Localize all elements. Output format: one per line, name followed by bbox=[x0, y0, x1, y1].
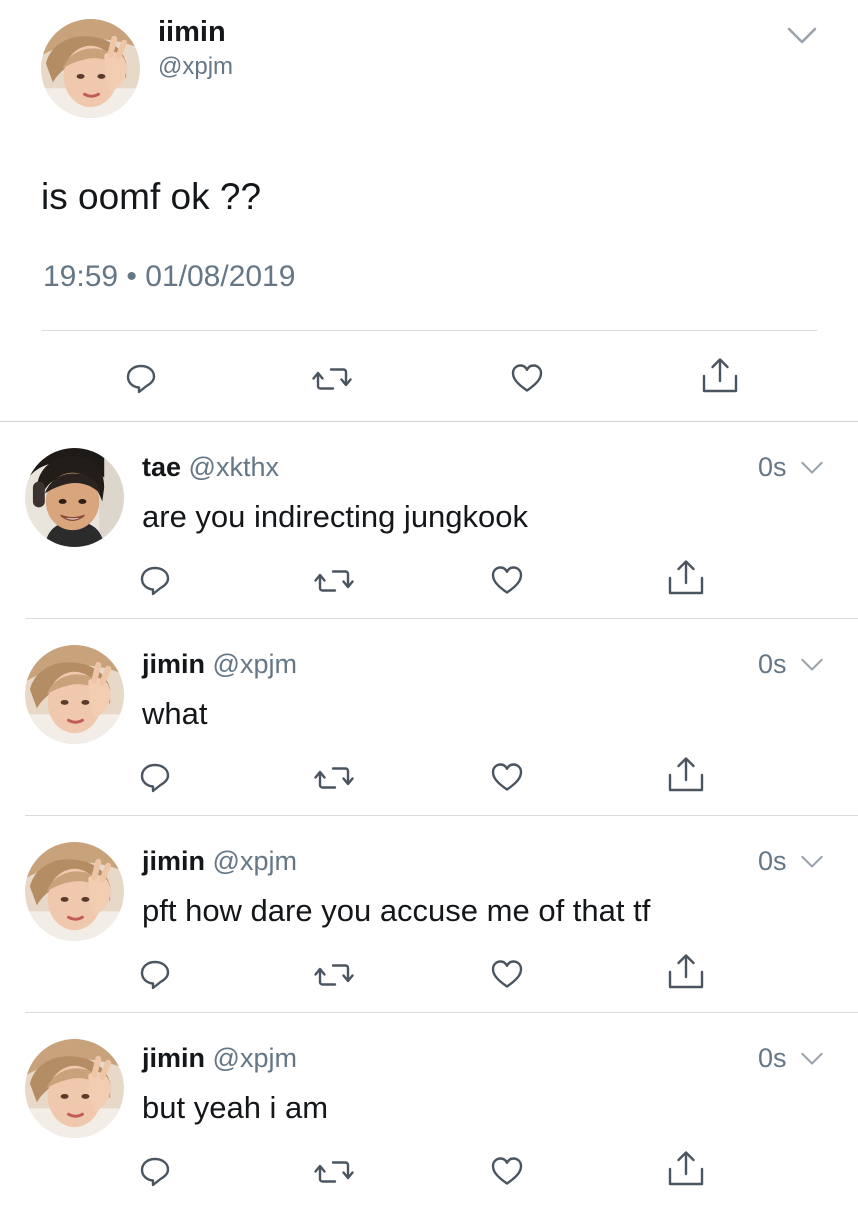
display-name[interactable]: iimin bbox=[158, 16, 226, 49]
divider bbox=[25, 1012, 858, 1013]
reply-header: jimin @xpjm bbox=[142, 1043, 297, 1074]
retweet-icon[interactable] bbox=[314, 1157, 354, 1187]
chevron-down-icon[interactable] bbox=[800, 854, 824, 870]
display-name[interactable]: jimin bbox=[142, 649, 205, 679]
user-handle[interactable]: @xpjm bbox=[213, 846, 297, 876]
avatar[interactable] bbox=[25, 842, 124, 941]
display-name[interactable]: tae bbox=[142, 452, 181, 482]
share-icon[interactable] bbox=[666, 755, 706, 793]
user-handle[interactable]: @xpjm bbox=[213, 1043, 297, 1073]
reply-header: jimin @xpjm bbox=[142, 649, 297, 680]
reply-icon[interactable] bbox=[124, 361, 158, 395]
tweet-text: is oomf ok ?? bbox=[41, 176, 262, 217]
reply-icon[interactable] bbox=[138, 760, 172, 794]
tweet-date: 01/08/2019 bbox=[145, 260, 296, 293]
chevron-down-icon[interactable] bbox=[800, 460, 824, 476]
display-name[interactable]: jimin bbox=[142, 1043, 205, 1073]
reply-time: 0s bbox=[758, 1043, 787, 1073]
avatar[interactable] bbox=[25, 1039, 124, 1138]
user-handle[interactable]: @xpjm bbox=[158, 53, 233, 81]
user-handle[interactable]: @xpjm bbox=[213, 649, 297, 679]
reply-text: pft how dare you accuse me of that tf bbox=[142, 893, 651, 928]
tweet-time: 19:59 bbox=[43, 260, 119, 293]
like-icon[interactable] bbox=[490, 564, 524, 596]
reply-icon[interactable] bbox=[138, 1154, 172, 1188]
retweet-icon[interactable] bbox=[314, 763, 354, 793]
reply-tweet[interactable]: jimin @xpjm 0s pft how dare you accuse m… bbox=[0, 817, 858, 1013]
divider bbox=[41, 330, 817, 331]
reply-icon[interactable] bbox=[138, 957, 172, 991]
retweet-icon[interactable] bbox=[314, 960, 354, 990]
reply-icon[interactable] bbox=[138, 563, 172, 597]
reply-text: but yeah i am bbox=[142, 1090, 329, 1125]
reply-tweet[interactable]: jimin @xpjm 0s what bbox=[0, 620, 858, 816]
like-icon[interactable] bbox=[490, 958, 524, 990]
like-icon[interactable] bbox=[490, 761, 524, 793]
reply-text: what bbox=[142, 696, 208, 731]
avatar[interactable] bbox=[41, 19, 140, 118]
share-icon[interactable] bbox=[666, 1149, 706, 1187]
user-handle[interactable]: @xkthx bbox=[189, 452, 279, 482]
reply-header: jimin @xpjm bbox=[142, 846, 297, 877]
like-icon[interactable] bbox=[510, 362, 544, 394]
reply-text: are you indirecting jungkook bbox=[142, 499, 529, 534]
divider bbox=[25, 618, 858, 619]
divider bbox=[25, 815, 858, 816]
retweet-icon[interactable] bbox=[314, 566, 354, 596]
chevron-down-icon[interactable] bbox=[800, 657, 824, 673]
chevron-down-icon[interactable] bbox=[800, 1051, 824, 1067]
reply-time: 0s bbox=[758, 649, 787, 679]
reply-time: 0s bbox=[758, 452, 787, 482]
reply-time: 0s bbox=[758, 846, 787, 876]
avatar[interactable] bbox=[25, 645, 124, 744]
like-icon[interactable] bbox=[490, 1155, 524, 1187]
share-icon[interactable] bbox=[666, 558, 706, 596]
chevron-down-icon[interactable] bbox=[786, 26, 818, 46]
tweet-timestamp: 19:59 • 01/08/2019 bbox=[43, 260, 295, 294]
share-icon[interactable] bbox=[666, 952, 706, 990]
meta-separator: • bbox=[126, 260, 137, 293]
reply-header: tae @xkthx bbox=[142, 452, 279, 483]
display-name[interactable]: jimin bbox=[142, 846, 205, 876]
main-tweet: iimin @xpjm is oomf ok ?? 19:59 • 01/08/… bbox=[0, 0, 858, 422]
avatar[interactable] bbox=[25, 448, 124, 547]
share-icon[interactable] bbox=[700, 356, 740, 394]
retweet-icon[interactable] bbox=[312, 364, 352, 394]
reply-tweet[interactable]: tae @xkthx 0s are you indirecting jungko… bbox=[0, 423, 858, 619]
reply-tweet[interactable]: jimin @xpjm 0s but yeah i am bbox=[0, 1014, 858, 1210]
